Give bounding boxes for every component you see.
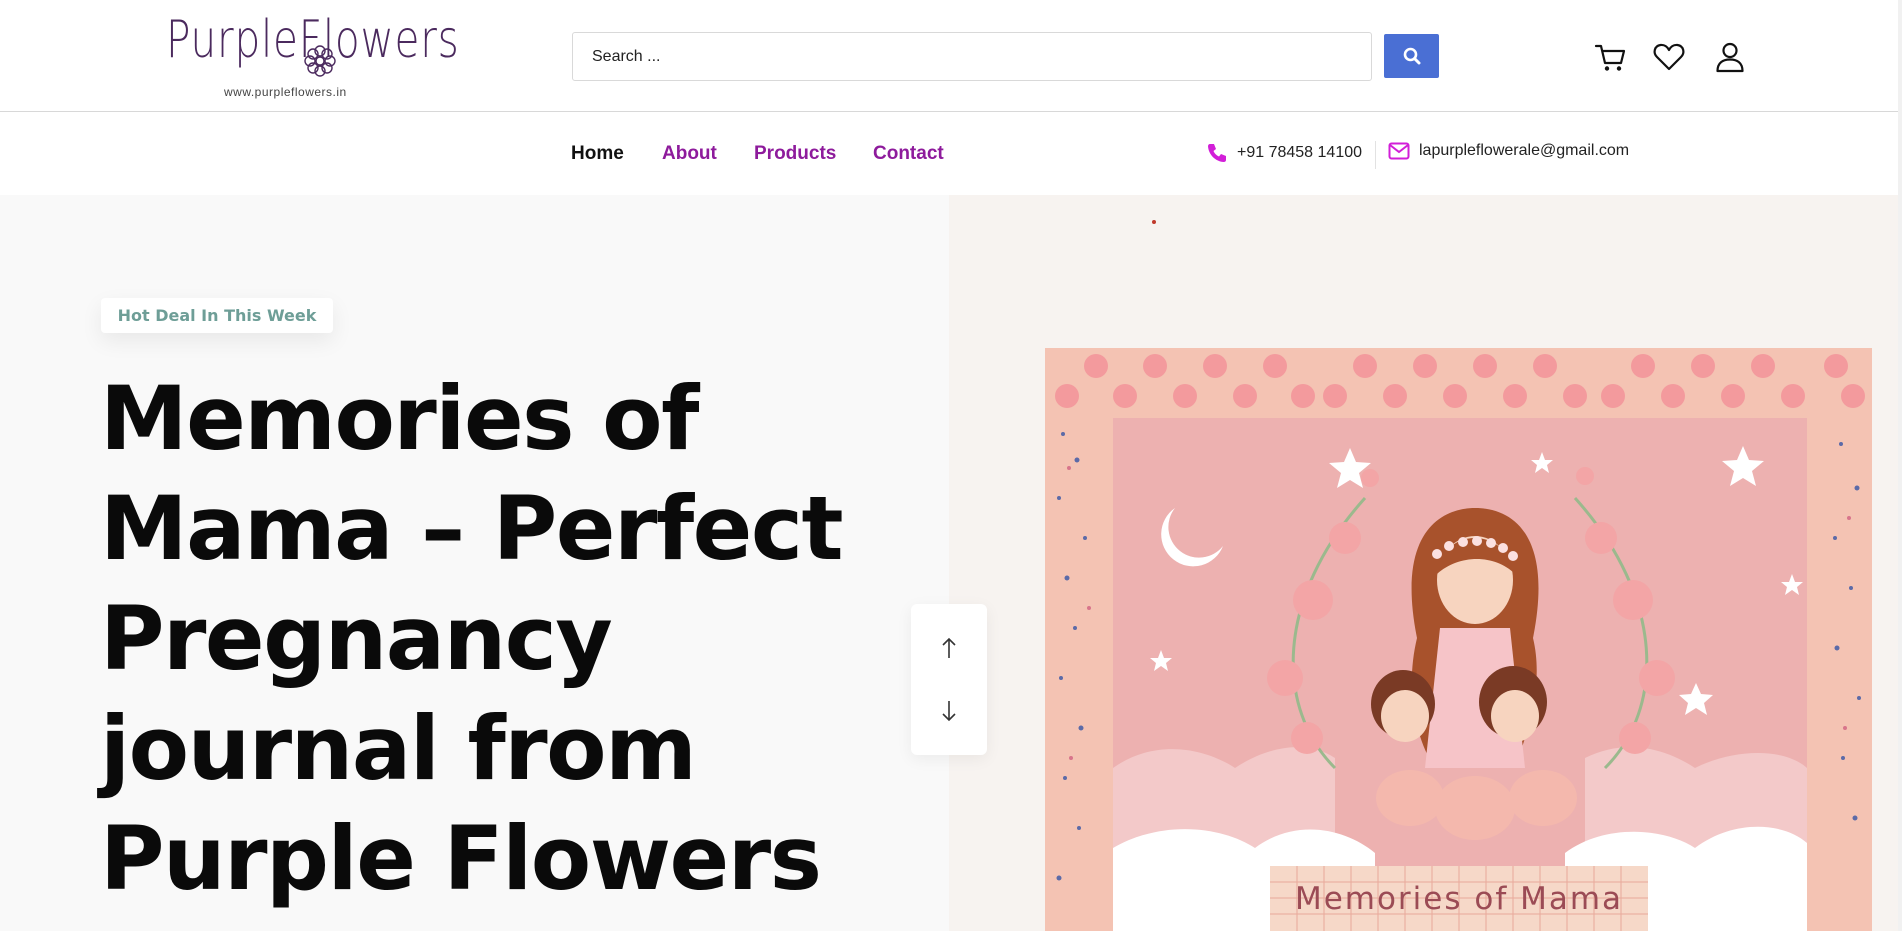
nav-about[interactable]: About [662,143,717,165]
contact-phone[interactable]: +91 78458 14100 [1206,142,1362,164]
search-icon [1403,47,1420,65]
search-box [572,32,1372,81]
nav-contact[interactable]: Contact [873,143,944,165]
page-scrollbar[interactable] [1898,0,1902,931]
arrow-down-icon [942,701,956,722]
contact-divider [1375,141,1376,169]
hero-title: Memories of Mama – Perfect Pregnancy jou… [100,367,844,910]
slide-up-button[interactable] [935,634,963,662]
contact-email[interactable]: lapurpleflowerale@gmail.com [1388,142,1629,160]
heart-icon[interactable] [1652,40,1686,74]
cart-icon[interactable] [1594,40,1628,74]
phone-number: +91 78458 14100 [1237,144,1363,161]
arrow-up-icon [942,637,956,658]
logo-flower-icon [304,45,336,77]
page: PurpleFlowers www.purpleflowers.in Searc… [0,0,1902,931]
email-address: lapurpleflowerale@gmail.com [1419,142,1630,159]
main-nav: Home About Products Contact +91 78458 14… [0,113,1902,195]
logo-url: www.purpleflowers.in [224,85,347,99]
product-image-caption: Memories of Mama [1294,881,1624,917]
product-image[interactable] [1045,348,1872,931]
search-input[interactable] [573,33,1371,80]
mail-icon [1388,142,1410,160]
nav-home[interactable]: Home [571,143,624,165]
logo[interactable]: PurpleFlowers www.purpleflowers.in [166,10,459,102]
decorative-dot [1152,220,1156,224]
hot-deal-badge: Hot Deal In This Week [101,298,333,333]
search-button[interactable] [1384,34,1439,78]
top-header: PurpleFlowers www.purpleflowers.in [0,0,1902,112]
nav-products[interactable]: Products [754,143,836,165]
phone-icon [1208,144,1226,162]
slide-down-button[interactable] [935,697,963,725]
user-icon[interactable] [1713,40,1747,74]
slider-controls [911,604,987,755]
